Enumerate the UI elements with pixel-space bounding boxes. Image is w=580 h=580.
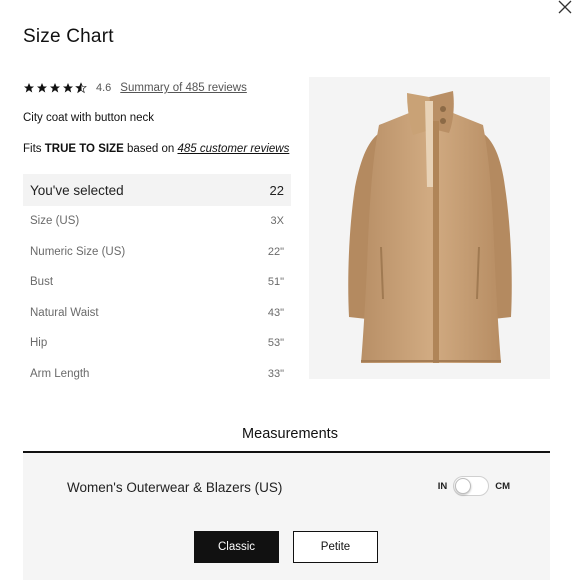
measurements-panel: Women's Outerwear & Blazers (US) IN CM C… bbox=[23, 453, 550, 580]
close-icon bbox=[558, 0, 572, 14]
natural-waist-label: Natural Waist bbox=[30, 306, 99, 319]
numeric-size-value: 22" bbox=[267, 245, 284, 258]
star-full-icon bbox=[63, 83, 73, 93]
bust-label: Bust bbox=[30, 276, 54, 289]
fit-statement: Fits TRUE TO SIZE based on 485 customer … bbox=[23, 143, 289, 155]
switch-knob bbox=[455, 478, 472, 494]
numeric-size-label: Numeric Size (US) bbox=[30, 245, 126, 258]
fit-prefix: Fits bbox=[23, 143, 45, 155]
measurements-title: Measurements bbox=[242, 426, 338, 442]
star-full-icon bbox=[37, 83, 47, 93]
close-button[interactable] bbox=[558, 0, 574, 16]
natural-waist-value: 43" bbox=[267, 306, 284, 319]
unit-in-label: IN bbox=[437, 480, 448, 492]
hip-label: Hip bbox=[30, 337, 48, 350]
size-row-value: 3X bbox=[270, 215, 284, 228]
star-rating bbox=[23, 82, 87, 94]
numeric-size-row: Numeric Size (US) 22" bbox=[23, 237, 291, 268]
selected-size-value: 22 bbox=[269, 182, 284, 198]
size-row-label: Size (US) bbox=[30, 215, 80, 228]
fit-middle: based on bbox=[123, 143, 178, 155]
product-image bbox=[309, 77, 550, 379]
hip-row: Hip 53" bbox=[23, 328, 291, 359]
arm-length-value: 33" bbox=[267, 367, 284, 380]
fit-verdict: TRUE TO SIZE bbox=[44, 143, 124, 155]
selected-size-label: You've selected bbox=[30, 182, 124, 198]
fit-type-selector: Classic Petite bbox=[194, 531, 378, 563]
customer-reviews-link[interactable]: 485 customer reviews bbox=[177, 143, 289, 155]
size-category-label: Women's Outerwear & Blazers (US) bbox=[67, 480, 283, 495]
rating-value: 4.6 bbox=[96, 82, 112, 94]
star-full-icon bbox=[24, 83, 34, 93]
star-full-icon bbox=[50, 83, 60, 93]
arm-length-label: Arm Length bbox=[30, 367, 90, 380]
star-half-icon bbox=[75, 82, 87, 94]
natural-waist-row: Natural Waist 43" bbox=[23, 298, 291, 329]
rating-summary: 4.6 Summary of 485 reviews bbox=[23, 82, 247, 94]
unit-toggle: IN CM bbox=[438, 476, 510, 496]
size-row: Size (US) 3X bbox=[23, 206, 291, 237]
hip-value: 53" bbox=[267, 337, 284, 350]
page-title: Size Chart bbox=[23, 26, 114, 47]
unit-switch[interactable] bbox=[453, 476, 490, 496]
reviews-summary-link[interactable]: Summary of 485 reviews bbox=[120, 82, 247, 94]
petite-button[interactable]: Petite bbox=[293, 531, 378, 563]
classic-button[interactable]: Classic bbox=[194, 531, 279, 563]
coat-illustration bbox=[348, 91, 512, 363]
bust-row: Bust 51" bbox=[23, 267, 291, 298]
bust-value: 51" bbox=[267, 276, 284, 289]
unit-cm-label: CM bbox=[495, 480, 510, 492]
arm-length-row: Arm Length 33" bbox=[23, 359, 291, 390]
size-table: You've selected 22 Size (US) 3X Numeric … bbox=[23, 174, 291, 389]
product-name: City coat with button neck bbox=[23, 112, 155, 124]
selected-size-row: You've selected 22 bbox=[23, 174, 291, 206]
